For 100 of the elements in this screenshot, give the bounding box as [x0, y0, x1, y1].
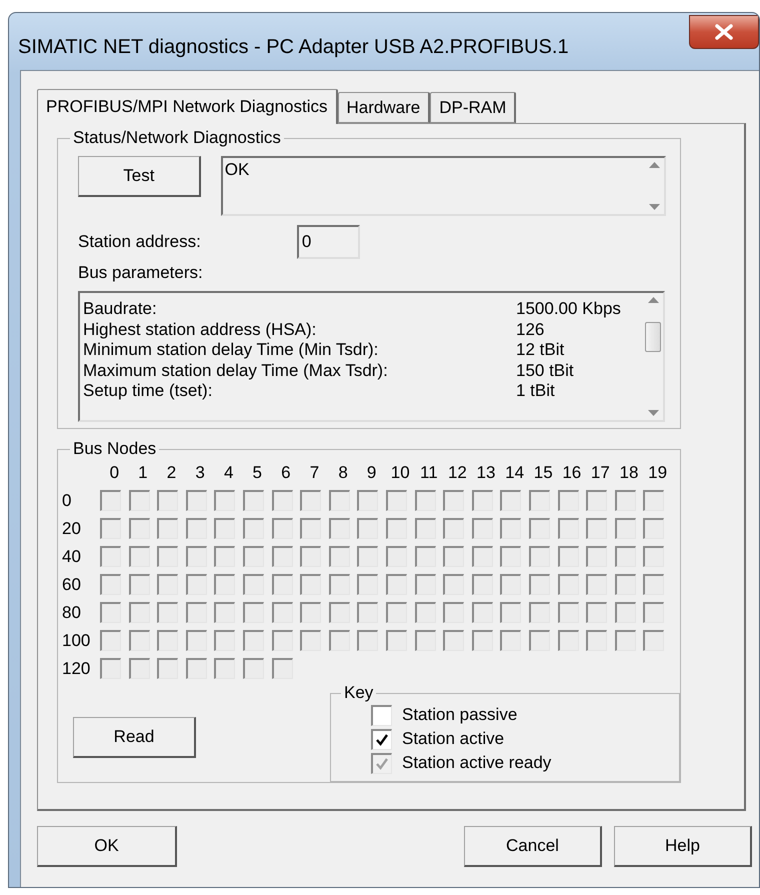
checkbox[interactable]	[157, 630, 178, 651]
checkbox[interactable]	[214, 602, 236, 623]
checkbox[interactable]	[128, 518, 150, 539]
checkbox[interactable]	[643, 490, 664, 511]
checkbox[interactable]	[272, 630, 293, 651]
checkbox[interactable]	[472, 602, 493, 623]
checkbox[interactable]	[386, 546, 407, 567]
checkbox[interactable]	[357, 546, 378, 567]
checkbox[interactable]	[186, 574, 207, 595]
checkbox[interactable]	[242, 602, 264, 623]
result-box[interactable]: OK	[220, 156, 666, 216]
checkbox[interactable]	[528, 546, 550, 567]
checkbox[interactable]	[100, 546, 121, 567]
checkbox[interactable]	[357, 574, 378, 595]
checkbox[interactable]	[414, 630, 436, 651]
checkbox[interactable]	[528, 630, 550, 651]
checkbox[interactable]	[214, 630, 236, 651]
checkbox[interactable]	[528, 574, 550, 595]
checkbox[interactable]	[472, 630, 493, 651]
checkbox[interactable]	[558, 546, 578, 567]
checkbox[interactable]	[100, 658, 121, 679]
checkbox[interactable]	[357, 518, 378, 539]
checkbox[interactable]	[242, 630, 264, 651]
checkbox[interactable]	[414, 546, 436, 567]
scroll-down-icon[interactable]	[648, 410, 658, 416]
checkbox[interactable]	[214, 518, 236, 539]
checkbox[interactable]	[500, 574, 522, 595]
checkbox[interactable]	[414, 518, 436, 539]
checkbox[interactable]	[614, 630, 636, 651]
checkbox[interactable]	[614, 546, 636, 567]
checkbox[interactable]	[558, 518, 578, 539]
checkbox[interactable]	[100, 574, 121, 595]
checkbox[interactable]	[371, 728, 392, 750]
checkbox[interactable]	[614, 602, 636, 623]
checkbox[interactable]	[328, 602, 350, 623]
checkbox[interactable]	[500, 546, 522, 567]
checkbox[interactable]	[586, 490, 608, 511]
checkbox[interactable]	[128, 546, 150, 567]
checkbox[interactable]	[242, 574, 264, 595]
checkbox[interactable]	[157, 574, 178, 595]
checkbox[interactable]	[528, 518, 550, 539]
checkbox[interactable]	[528, 490, 550, 511]
checkbox[interactable]	[157, 658, 178, 679]
checkbox[interactable]	[300, 574, 322, 595]
checkbox[interactable]	[328, 574, 350, 595]
tab[interactable]: Hardware	[338, 92, 430, 123]
read-button[interactable]: Read	[73, 717, 196, 758]
checkbox[interactable]	[300, 546, 322, 567]
checkbox[interactable]	[528, 602, 550, 623]
dialog-button[interactable]: OK	[37, 826, 177, 867]
scroll-up-icon[interactable]	[648, 297, 658, 303]
checkbox[interactable]	[472, 546, 493, 567]
checkbox[interactable]	[128, 574, 150, 595]
checkbox[interactable]	[614, 574, 636, 595]
checkbox[interactable]	[328, 490, 350, 511]
checkbox[interactable]	[357, 602, 378, 623]
scroll-thumb[interactable]	[645, 322, 661, 352]
checkbox[interactable]	[472, 574, 493, 595]
checkbox[interactable]	[643, 546, 664, 567]
tab[interactable]: PROFIBUS/MPI Network Diagnostics	[37, 89, 338, 124]
checkbox[interactable]	[186, 546, 207, 567]
checkbox[interactable]	[386, 630, 407, 651]
checkbox[interactable]	[643, 574, 664, 595]
checkbox[interactable]	[272, 658, 293, 679]
checkbox[interactable]	[443, 490, 464, 511]
checkbox[interactable]	[300, 490, 322, 511]
checkbox[interactable]	[500, 602, 522, 623]
checkbox[interactable]	[386, 574, 407, 595]
station-address-field[interactable]: 0	[296, 225, 360, 259]
checkbox[interactable]	[371, 704, 392, 726]
checkbox[interactable]	[186, 518, 207, 539]
checkbox[interactable]	[586, 574, 608, 595]
test-button[interactable]: Test	[78, 156, 201, 197]
checkbox[interactable]	[157, 546, 178, 567]
checkbox[interactable]	[386, 490, 407, 511]
checkbox[interactable]	[157, 602, 178, 623]
checkbox[interactable]	[128, 658, 150, 679]
dialog-button[interactable]: Help	[614, 826, 752, 867]
checkbox[interactable]	[186, 602, 207, 623]
checkbox[interactable]	[414, 574, 436, 595]
checkbox[interactable]	[500, 630, 522, 651]
checkbox[interactable]	[586, 518, 608, 539]
checkbox[interactable]	[100, 490, 121, 511]
checkbox[interactable]	[643, 630, 664, 651]
checkbox[interactable]	[558, 490, 578, 511]
checkbox[interactable]	[472, 490, 493, 511]
checkbox[interactable]	[414, 490, 436, 511]
checkbox[interactable]	[643, 518, 664, 539]
checkbox[interactable]	[272, 490, 293, 511]
checkbox[interactable]	[614, 490, 636, 511]
checkbox[interactable]	[272, 602, 293, 623]
checkbox[interactable]	[100, 630, 121, 651]
checkbox[interactable]	[386, 602, 407, 623]
checkbox[interactable]	[157, 518, 178, 539]
checkbox[interactable]	[614, 518, 636, 539]
checkbox[interactable]	[272, 546, 293, 567]
checkbox[interactable]	[643, 602, 664, 623]
scroll-down-icon[interactable]	[648, 204, 660, 210]
checkbox[interactable]	[386, 518, 407, 539]
checkbox[interactable]	[128, 602, 150, 623]
